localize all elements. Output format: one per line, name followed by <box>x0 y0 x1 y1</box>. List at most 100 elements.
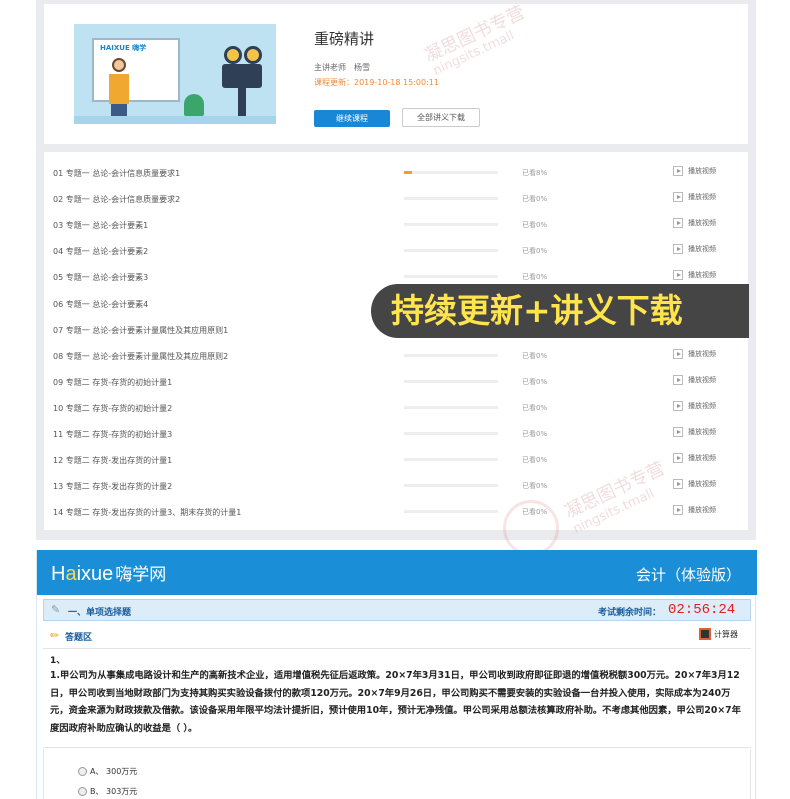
option-a[interactable]: A、 300万元 <box>78 766 137 777</box>
calculator-button[interactable]: 计算器 <box>699 628 738 640</box>
lesson-title[interactable]: 13 专题二 存货-发出存货的计量2 <box>53 481 172 492</box>
teacher-illustration <box>112 58 126 72</box>
play-icon <box>673 218 683 229</box>
progress-bar <box>404 484 498 488</box>
lesson-title[interactable]: 04 专题一 总论-会计要素2 <box>53 246 148 257</box>
play-label: 播放视频 <box>688 193 716 202</box>
progress-status: 已看8% <box>522 169 548 177</box>
play-label: 播放视频 <box>688 428 716 436</box>
progress-bar <box>404 405 498 409</box>
play-label: 播放视频 <box>688 454 716 463</box>
exam-subject: 会计（体验版） <box>635 566 741 584</box>
progress-bar <box>404 353 498 357</box>
lesson-title[interactable]: 06 专题一 总论-会计要素4 <box>53 299 148 310</box>
exam-header: Haixue 嗨学网 会计（体验版） <box>37 550 757 595</box>
play-video-button[interactable]: 播放视频 <box>673 348 716 359</box>
play-video-button[interactable]: 播放视频 <box>673 505 716 516</box>
lesson-row[interactable]: 10 专题二 存货-存货的初始计量2 已看0% 播放视频 <box>44 395 748 421</box>
play-video-button[interactable]: 播放视频 <box>673 400 716 411</box>
lesson-title[interactable]: 07 专题一 总论-会计要素计量属性及其应用原则1 <box>53 325 228 336</box>
question-number: 1、 <box>50 656 66 666</box>
play-icon <box>673 453 683 464</box>
logo-h: H <box>51 563 66 585</box>
calculator-icon <box>699 628 711 640</box>
answer-area-label: 答题区 <box>65 633 93 643</box>
option-label: B、 303万元 <box>90 787 138 796</box>
promo-banner: 持续更新+讲义下载 <box>371 284 749 338</box>
lesson-row[interactable]: 11 专题二 存货-存货的初始计量3 已看0% 播放视频 <box>44 421 748 447</box>
teacher-body <box>109 74 129 104</box>
play-label: 播放视频 <box>688 271 716 280</box>
lesson-title[interactable]: 01 专题一 总论-会计信息质量要求1 <box>53 168 180 179</box>
progress-status: 已看0% <box>522 247 548 256</box>
play-video-button[interactable]: 播放视频 <box>673 374 716 385</box>
exam-panel: Haixue 嗨学网 会计（体验版） ✎ 一、单项选择题 考试剩余时间： 02:5… <box>36 550 757 799</box>
lesson-row[interactable]: 08 专题一 总论-会计要素计量属性及其应用原则2 已看0% 播放视频 <box>44 343 748 369</box>
play-label: 播放视频 <box>688 167 716 175</box>
play-video-button[interactable]: 播放视频 <box>673 192 716 203</box>
logo-cn: 嗨学网 <box>115 565 167 584</box>
watermark-seal-icon <box>503 500 559 556</box>
pencil-icon: ✏ <box>50 629 60 642</box>
lesson-title[interactable]: 14 专题二 存货-发出存货的计量3、期末存货的计量1 <box>53 507 241 518</box>
lesson-row[interactable]: 02 专题一 总论-会计信息质量要求2 已看0% 播放视频 <box>44 186 748 212</box>
camera-reel-icon <box>244 46 262 64</box>
radio-icon[interactable] <box>78 767 87 776</box>
progress-bar <box>404 249 498 253</box>
lesson-title[interactable]: 02 专题一 总论-会计信息质量要求2 <box>53 194 180 205</box>
lesson-title[interactable]: 08 专题一 总论-会计要素计量属性及其应用原则2 <box>53 351 228 362</box>
lesson-title[interactable]: 05 专题一 总论-会计要素3 <box>53 272 148 283</box>
lesson-title[interactable]: 12 专题二 存货-发出存货的计量1 <box>53 455 172 466</box>
lesson-row[interactable]: 04 专题一 总论-会计要素2 已看0% 播放视频 <box>44 238 748 264</box>
lesson-title[interactable]: 11 专题二 存货-存货的初始计量3 <box>53 429 172 440</box>
teacher-info: 主讲老师 杨雪 <box>314 62 370 73</box>
pencil-icon: ✎ <box>51 603 61 616</box>
play-video-button[interactable]: 播放视频 <box>673 244 716 255</box>
play-icon <box>673 505 683 516</box>
question-text: 1.甲公司为从事集成电路设计和生产的高新技术企业，适用增值税先征后返政策。20×… <box>50 670 741 734</box>
play-icon <box>673 348 683 359</box>
continue-course-button[interactable]: 继续课程 <box>314 110 390 127</box>
download-all-handouts-button[interactable]: 全部讲义下载 <box>402 108 480 127</box>
play-icon <box>673 270 683 281</box>
play-label: 播放视频 <box>688 245 716 254</box>
play-video-button[interactable]: 播放视频 <box>673 453 716 464</box>
play-label: 播放视频 <box>688 219 716 228</box>
countdown-timer: 02:56:24 <box>668 602 736 618</box>
lesson-row[interactable]: 01 专题一 总论-会计信息质量要求1 已看8% 播放视频 <box>44 160 748 186</box>
plant-illustration <box>184 94 204 116</box>
course-card: HAIXUE 嗨学 重磅精讲 主讲老师 杨雪 课程更新：2019-10-18 15… <box>44 4 748 144</box>
whiteboard-illustration: HAIXUE 嗨学 <box>92 38 180 102</box>
haixue-logo: Haixue 嗨学网 <box>51 560 166 586</box>
play-label: 播放视频 <box>688 375 716 384</box>
progress-bar <box>404 275 498 279</box>
play-label: 播放视频 <box>688 401 716 410</box>
lesson-row[interactable]: 03 专题一 总论-会计要素1 已看0% 播放视频 <box>44 212 748 238</box>
tripod-icon <box>238 88 246 118</box>
radio-icon[interactable] <box>78 787 87 796</box>
play-video-button[interactable]: 播放视频 <box>673 270 716 281</box>
lesson-row[interactable]: 09 专题二 存货-存货的初始计量1 已看0% 播放视频 <box>44 369 748 395</box>
progress-status: 已看0% <box>522 430 548 438</box>
section-title: 一、单项选择题 <box>68 608 132 618</box>
course-thumbnail[interactable]: HAIXUE 嗨学 <box>74 24 276 124</box>
camera-icon <box>222 64 262 88</box>
play-video-button[interactable]: 播放视频 <box>673 166 716 176</box>
floor <box>74 116 276 124</box>
lesson-title[interactable]: 09 专题二 存货-存货的初始计量1 <box>53 377 172 388</box>
answer-area-bar: ✏ 答题区 计算器 <box>43 626 751 646</box>
logo-rest: ixue <box>76 563 114 585</box>
progress-bar <box>404 510 498 514</box>
camera-reel-icon <box>224 46 242 64</box>
play-video-button[interactable]: 播放视频 <box>673 427 716 437</box>
progress-bar <box>404 379 498 383</box>
play-video-button[interactable]: 播放视频 <box>673 218 716 229</box>
lesson-title[interactable]: 03 专题一 总论-会计要素1 <box>53 220 148 231</box>
progress-status: 已看0% <box>522 221 548 230</box>
play-video-button[interactable]: 播放视频 <box>673 479 716 490</box>
option-b[interactable]: B、 303万元 <box>78 786 137 797</box>
play-icon <box>673 192 683 203</box>
play-icon <box>673 244 683 255</box>
progress-status: 已看0% <box>522 403 548 412</box>
lesson-title[interactable]: 10 专题二 存货-存货的初始计量2 <box>53 403 172 414</box>
